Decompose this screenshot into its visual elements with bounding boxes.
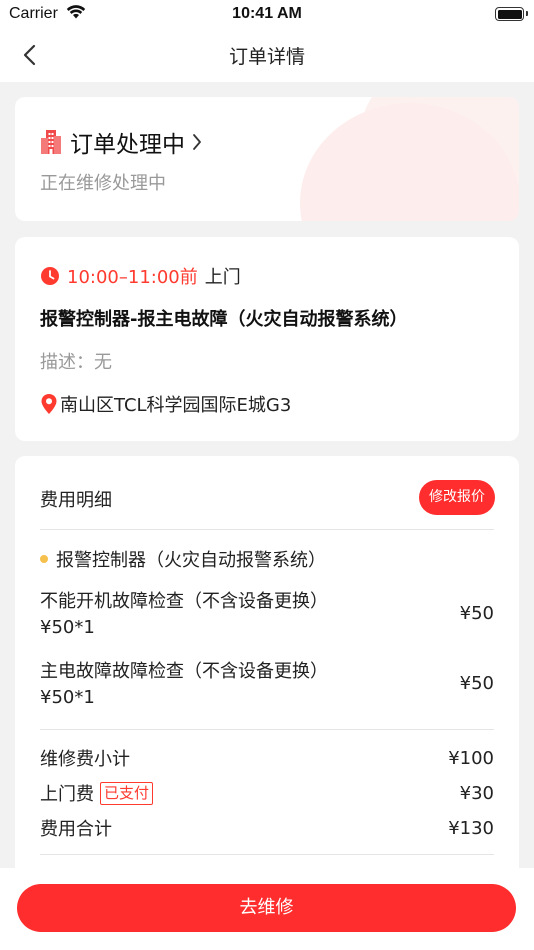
location-pin-icon [41,394,57,414]
total-row: 费用合计 ¥130 [40,815,494,841]
fee-category-row: 报警控制器（火灾自动报警系统） [40,546,326,572]
nav-bar: 订单详情 [0,28,534,82]
visit-fee-value: ¥30 [459,782,494,804]
paid-badge: 已支付 [100,781,154,805]
order-status-text: 订单处理中 [70,132,185,158]
category-dot-icon [40,555,48,563]
order-status-row[interactable]: 订单处理中 [40,125,203,159]
product-title: 报警控制器-报主电故障（火灾自动报警系统） [40,309,408,330]
status-bar: Carrier 10:41 AM [0,0,534,28]
visit-fee-row: 上门费 已支付 ¥30 [40,780,494,806]
appointment-door-label: 上门 [204,267,241,288]
fee-item-name: 主电故障故障检查（不含设备更换） [40,661,328,682]
bottom-action-bar: 去维修 [0,868,534,950]
clock-icon [41,267,59,285]
fee-detail-title: 费用明细 [40,490,112,511]
fee-item-qty: ¥50*1 [40,687,95,708]
fee-item-price: ¥50 [459,673,494,694]
fee-detail-card: 费用明细 修改报价 报警控制器（火灾自动报警系统） 不能开机故障检查（不含设备更… [15,456,519,896]
order-status-card[interactable]: 订单处理中 正在维修处理中 [15,97,519,221]
fee-item: 不能开机故障检查（不含设备更换） ¥50*1 ¥50 [40,589,494,641]
divider [40,729,494,730]
order-description: 描述：无 [40,352,112,373]
subtotal-label: 维修费小计 [40,749,130,770]
order-sub-status: 正在维修处理中 [40,173,166,194]
appointment-time-row: 10:00–11:00前 上门 [40,263,241,289]
clock-time: 10:41 AM [232,5,302,22]
page-title: 订单详情 [228,46,305,68]
go-repair-button[interactable]: 去维修 [17,884,516,932]
fee-item: 主电故障故障检查（不含设备更换） ¥50*1 ¥50 [40,659,494,711]
chevron-right-icon [193,134,201,150]
visit-fee-label: 上门费 [40,784,94,805]
building-icon [41,130,61,154]
fee-item-price: ¥50 [459,603,494,624]
fee-item-qty: ¥50*1 [40,617,95,638]
subtotal-row: 维修费小计 ¥100 [40,745,494,771]
subtotal-value: ¥100 [448,747,494,769]
order-info-card: 10:00–11:00前 上门 报警控制器-报主电故障（火灾自动报警系统） 描述… [15,237,519,441]
appointment-time: 10:00–11:00前 [67,267,198,288]
divider [40,529,494,530]
fee-category-label: 报警控制器（火灾自动报警系统） [56,550,326,571]
divider [40,854,494,855]
address-row: 南山区TCL科学园国际E城G3 [40,391,291,417]
battery-icon [495,7,524,21]
total-value: ¥130 [448,817,494,839]
address-text: 南山区TCL科学园国际E城G3 [60,395,292,416]
modify-quote-button[interactable]: 修改报价 [419,480,495,515]
total-label: 费用合计 [40,819,112,840]
fee-item-name: 不能开机故障检查（不含设备更换） [40,591,328,612]
